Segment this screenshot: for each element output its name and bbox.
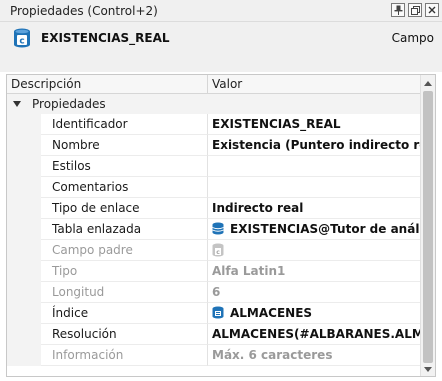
- property-row-estilos[interactable]: Estilos: [7, 156, 420, 177]
- property-name: Campo padre: [41, 240, 207, 261]
- property-row-identificador[interactable]: Identificador EXISTENCIAS_REAL: [7, 114, 420, 135]
- window-title: Propiedades (Control+2): [10, 4, 158, 18]
- pin-icon: [394, 5, 402, 15]
- property-row-informacion[interactable]: Información Máx. 6 caracteres: [7, 345, 420, 366]
- property-name: Tipo: [41, 261, 207, 282]
- property-row-resolucion[interactable]: Resolución ALMACENES(#ALBARANES.ALMACEN.…: [7, 324, 420, 345]
- index-icon: [212, 306, 224, 319]
- property-value[interactable]: 6: [207, 282, 420, 303]
- property-value[interactable]: ALMACENES(#ALBARANES.ALMACEN...: [207, 324, 420, 345]
- property-value[interactable]: ALMACENES: [207, 303, 420, 324]
- property-value[interactable]: Indirecto real: [207, 198, 420, 219]
- property-value[interactable]: [207, 156, 420, 177]
- property-value[interactable]: Existencia (Puntero indirecto real): [207, 135, 420, 156]
- close-button[interactable]: [425, 3, 439, 17]
- scroll-thumb[interactable]: [423, 91, 433, 363]
- property-name: Nombre: [41, 135, 207, 156]
- object-name: EXISTENCIAS_REAL: [41, 31, 170, 45]
- vertical-scrollbar[interactable]: [420, 75, 435, 376]
- object-type: Campo: [391, 31, 434, 45]
- object-header: c EXISTENCIAS_REAL Campo: [0, 22, 442, 72]
- field-icon-letter: c: [19, 37, 24, 47]
- column-description[interactable]: Descripción: [11, 77, 81, 91]
- property-name: Comentarios: [41, 177, 207, 198]
- property-value[interactable]: Alfa Latin1: [207, 261, 420, 282]
- property-value[interactable]: Máx. 6 caracteres: [207, 345, 420, 366]
- field-c-icon: c: [14, 28, 30, 48]
- property-value[interactable]: [207, 177, 420, 198]
- property-row-campo-padre[interactable]: Campo padre c: [7, 240, 420, 261]
- field-c-icon: c: [212, 243, 224, 256]
- window-titlebar: Propiedades (Control+2): [0, 0, 442, 22]
- close-icon: [428, 6, 436, 14]
- property-value[interactable]: c: [207, 240, 420, 261]
- category-propiedades[interactable]: Propiedades: [7, 94, 420, 114]
- property-row-tipo[interactable]: Tipo Alfa Latin1: [7, 261, 420, 282]
- property-row-nombre[interactable]: Nombre Existencia (Puntero indirecto rea…: [7, 135, 420, 156]
- property-value[interactable]: EXISTENCIAS_REAL: [207, 114, 420, 135]
- restore-icon: [410, 5, 420, 15]
- restore-button[interactable]: [408, 3, 422, 17]
- property-name: Longitud: [41, 282, 207, 303]
- property-name: Tabla enlazada: [41, 219, 207, 240]
- property-name: Tipo de enlace: [41, 198, 207, 219]
- pin-button[interactable]: [391, 3, 405, 17]
- property-grid: Descripción Valor Propiedades Identifica…: [6, 74, 436, 377]
- property-value[interactable]: EXISTENCIAS@Tutor de análisis (P...: [207, 219, 420, 240]
- property-row-indice[interactable]: Índice ALMACENES: [7, 303, 420, 324]
- property-row-comentarios[interactable]: Comentarios: [7, 177, 420, 198]
- collapse-triangle-icon[interactable]: [13, 101, 21, 107]
- property-name: Resolución: [41, 324, 207, 345]
- field-icon-letter: c: [216, 249, 220, 256]
- column-header: Descripción Valor: [7, 75, 420, 94]
- property-name: Índice: [41, 303, 207, 324]
- property-name: Información: [41, 345, 207, 366]
- property-row-tipo-de-enlace[interactable]: Tipo de enlace Indirecto real: [7, 198, 420, 219]
- property-row-tabla-enlazada[interactable]: Tabla enlazada EXISTENCIAS@Tutor de anál…: [7, 219, 420, 240]
- property-row-longitud[interactable]: Longitud 6: [7, 282, 420, 303]
- property-name: Identificador: [41, 114, 207, 135]
- scroll-up-icon[interactable]: [424, 81, 432, 86]
- category-label: Propiedades: [32, 97, 106, 111]
- database-icon: [212, 222, 224, 235]
- scroll-down-icon[interactable]: [424, 367, 432, 372]
- property-name: Estilos: [41, 156, 207, 177]
- column-value[interactable]: Valor: [207, 75, 242, 94]
